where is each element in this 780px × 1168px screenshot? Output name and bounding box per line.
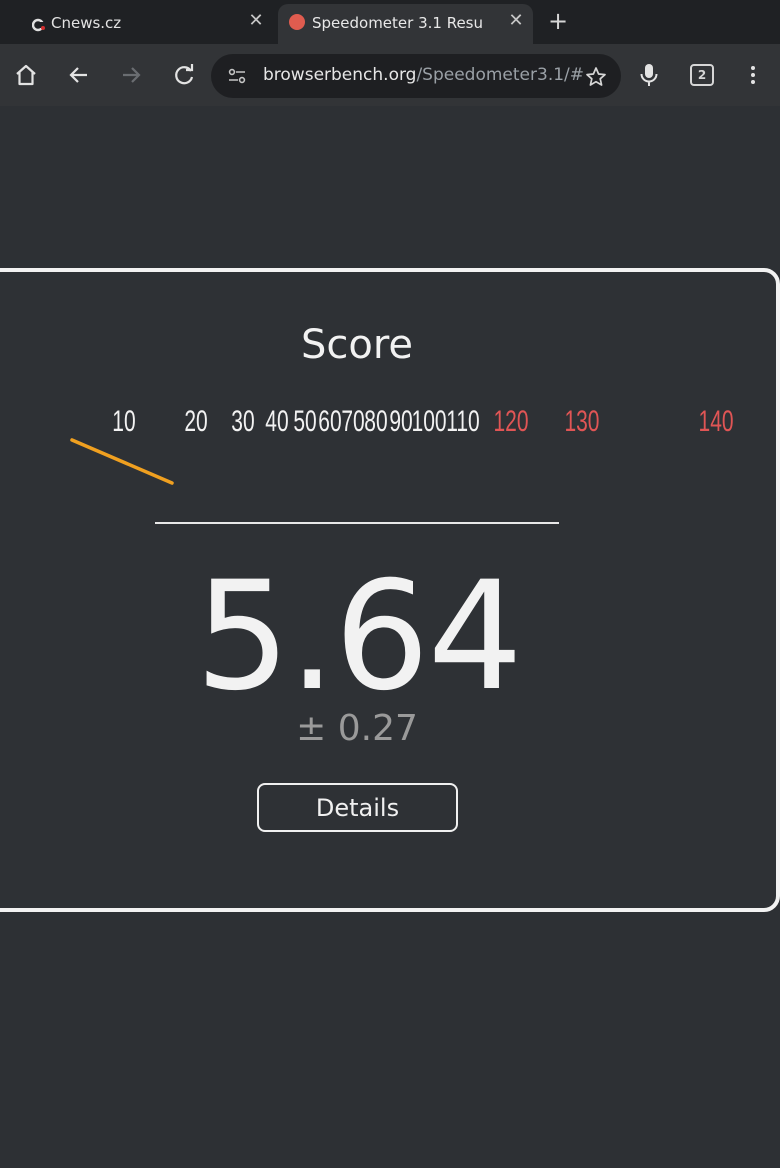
tab-title: Cnews.cz — [51, 14, 122, 32]
microphone-icon[interactable] — [634, 60, 664, 90]
back-arrow-icon[interactable] — [64, 60, 94, 90]
browser-toolbar: browserbench.org/Speedometer3.1/# 2 — [0, 44, 780, 106]
gauge-needle — [70, 438, 174, 485]
gauge-label: 30 — [231, 406, 254, 438]
speedometer-favicon-icon — [289, 14, 305, 30]
tab-strip: Cnews.cz ✕ Speedometer 3.1 Results Su ✕ … — [0, 0, 780, 44]
address-bar[interactable]: browserbench.org/Speedometer3.1/# — [211, 54, 621, 98]
gauge-label: 40 — [265, 406, 288, 438]
score-title: Score — [300, 322, 414, 368]
gauge-label: 120 — [493, 406, 528, 438]
url-text: browserbench.org/Speedometer3.1/# — [263, 65, 585, 85]
close-icon[interactable]: ✕ — [505, 10, 527, 32]
cnews-favicon-icon — [32, 18, 46, 32]
gauge-label: 100 — [412, 406, 447, 438]
site-settings-icon[interactable] — [227, 66, 247, 86]
more-menu-icon[interactable] — [738, 60, 768, 90]
gauge-label: 60 — [318, 406, 341, 438]
gauge-label: 70 — [341, 406, 364, 438]
bookmark-star-icon[interactable] — [585, 66, 607, 88]
tab-speedometer[interactable]: Speedometer 3.1 Results Su ✕ — [278, 4, 533, 44]
tab-switcher-button[interactable]: 2 — [690, 64, 714, 86]
gauge-label: 90 — [389, 406, 412, 438]
gauge-label: 110 — [446, 406, 479, 438]
details-button[interactable]: Details — [257, 783, 458, 832]
gauge-label: 130 — [564, 406, 599, 438]
gauge-label: 80 — [364, 406, 387, 438]
gauge-label: 20 — [184, 406, 207, 438]
speedometer-gauge: 10 20 30 40 50 60 70 80 90100 110 120 130 140 — [70, 406, 734, 485]
gauge-label: 50 — [293, 406, 316, 438]
reload-icon[interactable] — [169, 60, 199, 90]
tab-title: Speedometer 3.1 Results Su — [312, 14, 482, 32]
score-divider — [155, 522, 559, 524]
close-icon[interactable]: ✕ — [245, 10, 267, 32]
home-icon[interactable] — [11, 60, 41, 90]
score-error-margin: ± 0.27 — [296, 708, 418, 749]
score-value: 5.64 — [195, 550, 523, 724]
gauge-label: 10 — [112, 406, 135, 438]
forward-arrow-icon[interactable] — [116, 60, 146, 90]
new-tab-plus-icon[interactable]: + — [545, 8, 571, 34]
tab-cnews[interactable]: Cnews.cz ✕ — [0, 4, 276, 44]
gauge-label: 140 — [699, 406, 734, 438]
